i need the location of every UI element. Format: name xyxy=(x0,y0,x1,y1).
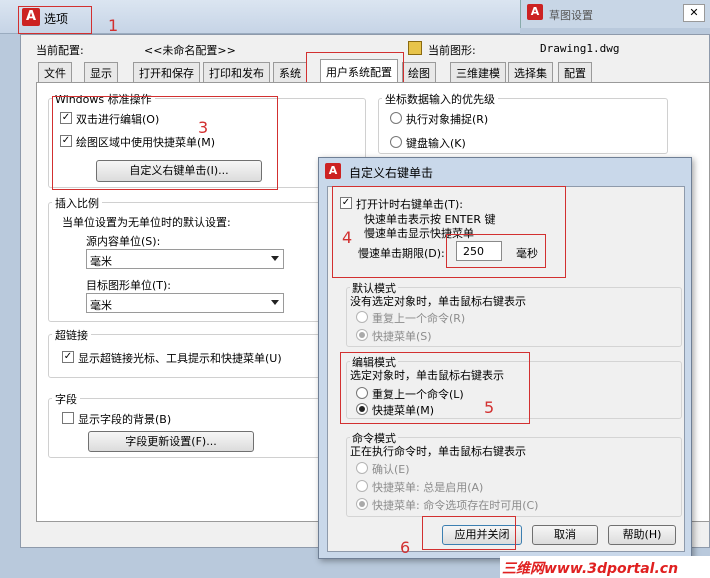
insert-scale-desc: 当单位设置为无单位时的默认设置: xyxy=(62,216,231,229)
command-mode-desc: 正在执行命令时，单击鼠标右键表示 xyxy=(350,445,526,458)
watermark: 三维网www.3dportal.cn xyxy=(500,556,710,578)
hyperlink-cursor-checkbox[interactable]: ✓ xyxy=(62,351,74,363)
tab-open-save[interactable]: 打开和保存 xyxy=(133,62,200,82)
cancel-button[interactable]: 取消 xyxy=(532,525,598,545)
autocad-logo-icon: A xyxy=(325,163,341,179)
current-drawing-label: 当前图形: xyxy=(428,44,476,57)
dialog-title: 自定义右键单击 xyxy=(349,166,434,180)
current-profile-label: 当前配置: xyxy=(36,44,84,57)
target-units-label: 目标图形单位(T): xyxy=(86,279,172,292)
help-button[interactable]: 帮助(H) xyxy=(608,525,676,545)
current-drawing-value: Drawing1.dwg xyxy=(540,42,620,55)
tab-display[interactable]: 显示 xyxy=(84,62,118,82)
default-repeat-radio[interactable] xyxy=(356,311,368,323)
annotation-number-6: 6 xyxy=(400,538,411,557)
drawing-icon xyxy=(408,41,422,55)
tab-3d-modeling[interactable]: 三维建模 xyxy=(450,62,506,82)
field-update-button[interactable]: 字段更新设置(F)... xyxy=(88,431,254,452)
default-shortcut-radio[interactable] xyxy=(356,329,368,341)
osnap-radio[interactable] xyxy=(390,112,402,124)
tab-selection[interactable]: 选择集 xyxy=(508,62,553,82)
insert-scale-title: 插入比例 xyxy=(52,195,102,211)
keyboard-label: 键盘输入(K) xyxy=(406,137,466,150)
annotation-number-5: 5 xyxy=(484,398,495,417)
annotation-box-6 xyxy=(422,516,516,550)
annotation-number-1: 1 xyxy=(108,16,119,35)
field-background-checkbox[interactable] xyxy=(62,412,74,424)
default-mode-desc: 没有选定对象时，单击鼠标右键表示 xyxy=(350,295,526,308)
hyperlink-cursor-label: 显示超链接光标、工具提示和快捷菜单(U) xyxy=(78,352,282,365)
annotation-box-3 xyxy=(52,96,278,190)
tab-plot-publish[interactable]: 打印和发布 xyxy=(203,62,270,82)
command-shortcut-always-label: 快捷菜单: 总是启用(A) xyxy=(372,481,484,494)
command-enter-radio[interactable] xyxy=(356,462,368,474)
target-units-value: 毫米 xyxy=(90,299,112,312)
annotation-box-1 xyxy=(18,6,92,34)
coord-priority-title: 坐标数据输入的优先级 xyxy=(382,91,498,107)
command-enter-label: 确认(E) xyxy=(372,463,410,476)
current-profile-value: <<未命名配置>> xyxy=(144,44,236,57)
chevron-down-icon xyxy=(271,300,279,305)
annotation-box-4b xyxy=(446,234,546,268)
tab-profiles[interactable]: 配置 xyxy=(558,62,592,82)
source-units-value: 毫米 xyxy=(90,255,112,268)
command-shortcut-options-radio[interactable] xyxy=(356,498,368,510)
fields-title: 字段 xyxy=(52,391,80,407)
annotation-number-4: 4 xyxy=(342,228,353,247)
annotation-box-2 xyxy=(306,52,404,86)
keyboard-radio[interactable] xyxy=(390,136,402,148)
command-shortcut-options-label: 快捷菜单: 命令选项存在时可用(C) xyxy=(372,499,539,512)
annotation-box-5 xyxy=(340,352,530,424)
chevron-down-icon xyxy=(271,256,279,261)
target-units-select[interactable]: 毫米 xyxy=(86,293,284,313)
default-shortcut-label: 快捷菜单(S) xyxy=(372,330,432,343)
hyperlink-title: 超链接 xyxy=(52,327,91,343)
tab-files[interactable]: 文件 xyxy=(38,62,72,82)
source-units-label: 源内容单位(S): xyxy=(86,235,161,248)
annotation-number-3: 3 xyxy=(198,118,209,137)
field-background-label: 显示字段的背景(B) xyxy=(78,413,172,426)
osnap-label: 执行对象捕捉(R) xyxy=(406,113,489,126)
source-units-select[interactable]: 毫米 xyxy=(86,249,284,269)
watermark-text: 三维网www.3dportal.cn xyxy=(502,561,679,577)
tab-drafting[interactable]: 绘图 xyxy=(402,62,436,82)
tab-system[interactable]: 系统 xyxy=(273,62,307,82)
command-shortcut-always-radio[interactable] xyxy=(356,480,368,492)
default-repeat-label: 重复上一个命令(R) xyxy=(372,312,466,325)
